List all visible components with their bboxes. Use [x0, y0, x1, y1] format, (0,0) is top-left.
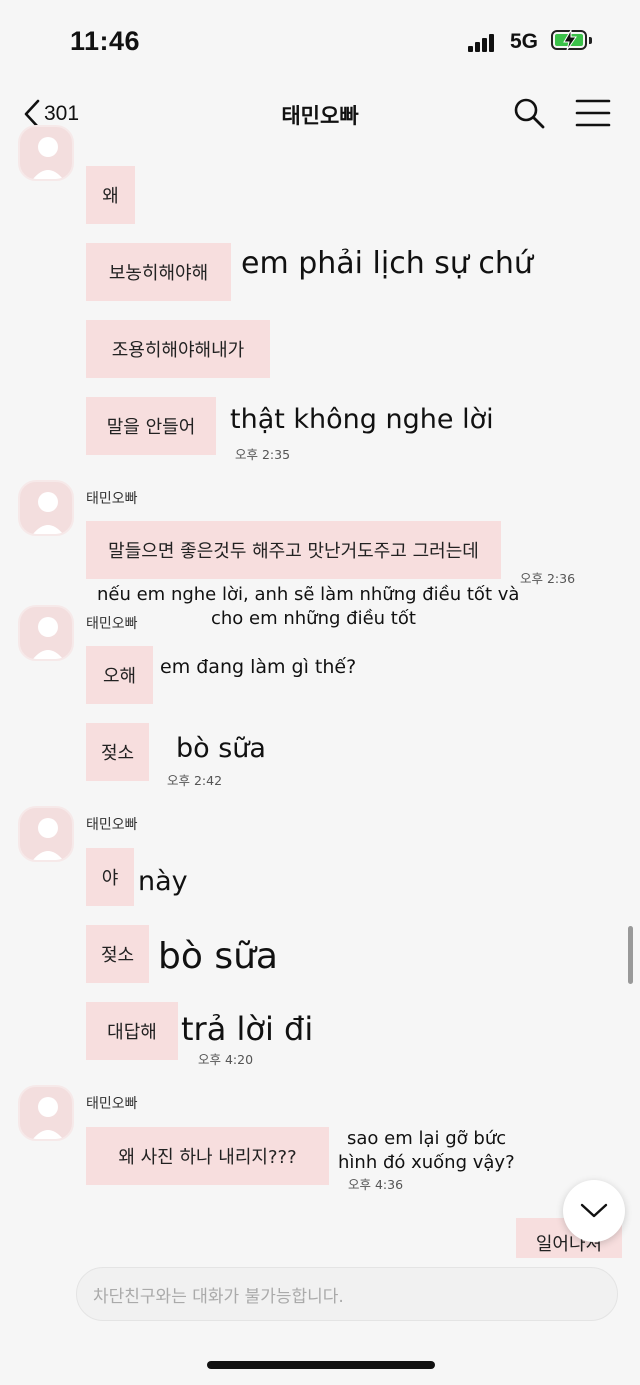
network-label: 5G — [510, 30, 539, 53]
status-time: 11:46 — [70, 26, 141, 56]
chevron-down-icon — [580, 1203, 608, 1218]
input-placeholder: 차단친구와는 대화가 불가능합니다. — [93, 1286, 344, 1307]
message-bubble[interactable]: 젖소 — [86, 723, 149, 781]
message-time: 오후 2:35 — [235, 447, 291, 462]
avatar[interactable] — [18, 1085, 74, 1141]
translation-note: hình đó xuống vậy? — [338, 1152, 515, 1173]
message-time: 오후 2:42 — [167, 773, 223, 788]
message-bubble[interactable]: 왜 — [86, 166, 135, 224]
message-bubble[interactable]: 말을 안들어 — [86, 397, 216, 455]
avatar[interactable] — [18, 480, 74, 536]
sender-name: 태민오빠 — [86, 817, 138, 833]
avatar[interactable] — [18, 125, 74, 181]
message-time: 오후 4:20 — [198, 1052, 254, 1067]
message-time: 오후 4:36 — [348, 1177, 404, 1192]
message-bubble[interactable]: 말들으면 좋은것두 해주고 맛난거도주고 그러는데 — [86, 521, 501, 579]
message-bubble[interactable]: 조용히해야해내가 — [86, 320, 270, 378]
message-bubble[interactable]: 왜 사진 하나 내리지??? — [86, 1127, 329, 1185]
avatar[interactable] — [18, 605, 74, 661]
message-time: 오후 2:36 — [520, 571, 576, 586]
message-bubble[interactable]: 보농히해야해 — [86, 243, 231, 301]
message-bubble[interactable]: 대답해 — [86, 1002, 178, 1060]
translation-note: em phải lịch sự chứ — [241, 246, 533, 281]
translation-note: trả lời đi — [181, 1010, 314, 1048]
battery-cap — [589, 37, 592, 44]
translation-note: cho em những điều tốt — [211, 608, 416, 629]
translation-note: sao em lại gỡ bức — [347, 1128, 507, 1149]
menu-icon[interactable] — [575, 98, 611, 128]
scrollbar-thumb[interactable] — [628, 926, 633, 984]
translation-note: này — [138, 866, 188, 897]
charging-bolt-icon — [563, 29, 577, 51]
message-input[interactable]: 차단친구와는 대화가 불가능합니다. — [76, 1267, 618, 1321]
translation-note: thật không nghe lời — [230, 404, 494, 435]
translation-note: em đang làm gì thế? — [160, 656, 357, 678]
message-bubble[interactable]: 야 — [86, 848, 134, 906]
home-indicator — [207, 1361, 435, 1369]
translation-note: bò sữa — [176, 733, 266, 764]
translation-note: bò sữa — [158, 936, 278, 977]
scroll-to-bottom-button[interactable] — [563, 1180, 625, 1242]
sender-name: 태민오빠 — [86, 616, 138, 632]
translation-note: nếu em nghe lời, anh sẽ làm những điều t… — [97, 584, 520, 605]
avatar[interactable] — [18, 806, 74, 862]
sender-name: 태민오빠 — [86, 1096, 138, 1112]
message-bubble[interactable]: 젖소 — [86, 925, 149, 983]
sender-name: 태민오빠 — [86, 491, 138, 507]
message-bubble[interactable]: 오해 — [86, 646, 153, 704]
search-icon[interactable] — [512, 96, 546, 130]
signal-icon — [468, 34, 496, 52]
